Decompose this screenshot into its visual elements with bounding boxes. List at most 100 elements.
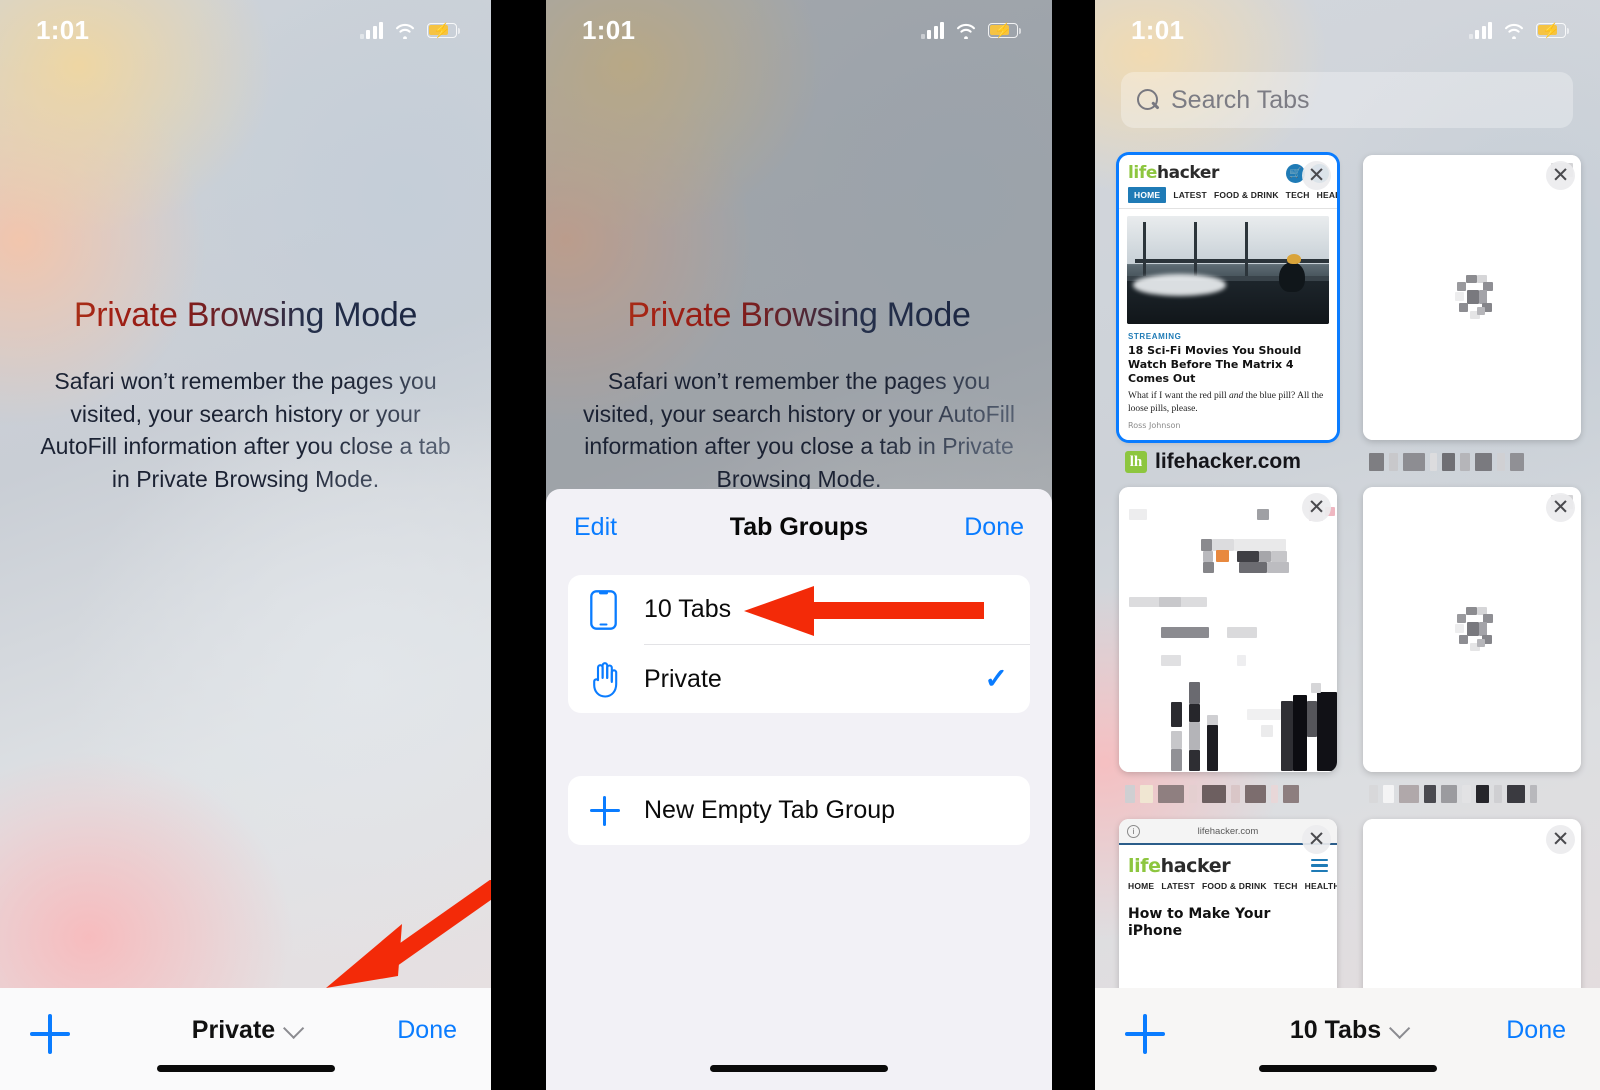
annotation-arrow-10-tabs: [744, 586, 984, 636]
tab-group-label: Private: [191, 1016, 276, 1044]
tab-label: [1369, 781, 1581, 807]
row-content: Private ✓: [644, 644, 1030, 713]
chevron-down-icon: [1389, 1017, 1411, 1039]
done-button[interactable]: Done: [1506, 1016, 1566, 1045]
status-indicators: ⚡: [359, 21, 461, 39]
wifi-icon: [956, 23, 976, 39]
tab-title-censored: [1369, 785, 1537, 804]
status-indicators: ⚡: [1468, 21, 1570, 39]
home-indicator: [710, 1065, 888, 1072]
loading-spinner-pixelated: [1449, 274, 1495, 321]
lifehacker-favicon: lh: [1125, 451, 1147, 473]
nav-item-food: FOOD & DRINK: [1213, 190, 1279, 200]
tab-thumbnail[interactable]: ✕: [1119, 487, 1337, 772]
close-icon[interactable]: ✕: [1546, 825, 1575, 854]
lifehacker-header: lifehacker: [1119, 845, 1337, 881]
tab-thumbnail[interactable]: ✕: [1363, 487, 1581, 772]
close-icon[interactable]: ✕: [1302, 825, 1331, 854]
nav-item-latest: LATEST: [1161, 881, 1195, 891]
home-indicator: [156, 1065, 335, 1072]
checkmark-icon: ✓: [984, 663, 1008, 694]
cellular-bars-icon: [359, 21, 383, 39]
new-empty-tab-group-row[interactable]: New Empty Tab Group: [568, 776, 1030, 845]
tab-cell-lifehacker[interactable]: lifehacker 🛒 👤 HOME LATEST FOOD & DRINK: [1119, 155, 1337, 475]
close-icon[interactable]: ✕: [1302, 161, 1331, 190]
nav-item-health: HEALTH: [1316, 190, 1337, 200]
tab-label: lh lifehacker.com: [1125, 449, 1337, 475]
close-icon[interactable]: ✕: [1546, 493, 1575, 522]
lifehacker-nav: HOME LATEST FOOD & DRINK TECH HEALTH: [1119, 881, 1337, 896]
status-time: 1:01: [1131, 14, 1185, 45]
tab-thumbnail[interactable]: lifehacker 🛒 👤 HOME LATEST FOOD & DRINK: [1119, 155, 1337, 440]
wifi-icon: [1504, 23, 1524, 39]
search-icon: [1137, 88, 1160, 112]
lifehacker-page-preview: lifehacker 🛒 👤 HOME LATEST FOOD & DRINK: [1119, 155, 1337, 440]
nav-item-home: HOME: [1128, 187, 1167, 203]
nav-item-latest: LATEST: [1173, 190, 1207, 200]
row-content: New Empty Tab Group: [644, 776, 1030, 845]
page-description: Safari won’t remember the pages you visi…: [0, 365, 491, 496]
tab-cell-3[interactable]: ✕: [1119, 487, 1337, 807]
article-category: STREAMING: [1128, 332, 1182, 341]
wifi-icon: [395, 23, 415, 39]
page-description: Safari won’t remember the pages you visi…: [546, 365, 1052, 496]
panel-tab-groups-sheet: 1:01 ⚡ Private Browsing Mode Safari won’…: [546, 0, 1052, 1090]
blank-loading-page-preview: [1363, 487, 1581, 772]
nav-item-home: HOME: [1128, 881, 1155, 891]
nav-item-tech: TECH: [1285, 190, 1310, 200]
private-browsing-message: Private Browsing Mode Safari won’t remem…: [0, 296, 491, 496]
tab-thumbnail[interactable]: ✕: [1363, 155, 1581, 440]
search-tabs-field[interactable]: Search Tabs: [1121, 72, 1573, 128]
search-placeholder: Search Tabs: [1171, 85, 1310, 114]
status-time: 1:01: [582, 14, 636, 45]
status-bar: 1:01 ⚡: [0, 0, 491, 60]
nav-item-health: HEALTH: [1304, 881, 1337, 891]
lifehacker-logo: lifehacker: [1128, 855, 1231, 877]
menu-icon: [1311, 859, 1328, 875]
page-title: Private Browsing Mode: [0, 296, 491, 335]
sheet-header: Edit Tab Groups Done: [546, 489, 1052, 567]
close-icon[interactable]: ✕: [1546, 161, 1575, 190]
status-time: 1:01: [36, 14, 90, 45]
tab-group-row-private[interactable]: Private ✓: [568, 644, 1030, 713]
tab-grid-row: ✕ ✕: [1119, 487, 1581, 807]
loading-spinner-pixelated: [1449, 606, 1495, 653]
tab-title-censored: [1369, 453, 1524, 472]
tab-cell-2[interactable]: ✕: [1363, 155, 1581, 475]
iphone-icon: [590, 589, 644, 630]
tab-bar-toolbar: 10 Tabs Done: [1095, 988, 1600, 1090]
lifehacker-logo: lifehacker: [1128, 163, 1219, 183]
page-title: Private Browsing Mode: [546, 296, 1052, 335]
done-button[interactable]: Done: [964, 513, 1024, 542]
blank-loading-page-preview: [1363, 155, 1581, 440]
lifehacker-nav: HOME LATEST FOOD & DRINK TECH HEALTH MO: [1119, 187, 1337, 209]
tab-grid: lifehacker 🛒 👤 HOME LATEST FOOD & DRINK: [1119, 155, 1581, 1090]
tab-title-censored: [1125, 785, 1299, 804]
done-button[interactable]: Done: [397, 1016, 457, 1045]
screenshot-stage: 1:01 ⚡ Private Browsing Mode Safari won’…: [0, 0, 1600, 1090]
tab-label: [1369, 449, 1581, 475]
tab-title: lifehacker.com: [1155, 450, 1301, 473]
chevron-down-icon: [283, 1017, 305, 1039]
article-byline: Ross Johnson: [1128, 420, 1181, 430]
nav-item-food: FOOD & DRINK: [1201, 881, 1267, 891]
cellular-bars-icon: [1468, 21, 1492, 39]
page-url: lifehacker.com: [1197, 825, 1259, 837]
new-tab-group-label: New Empty Tab Group: [644, 796, 896, 824]
status-indicators: ⚡: [920, 21, 1022, 39]
panel-private-browsing: 1:01 ⚡ Private Browsing Mode Safari won’…: [0, 0, 491, 1090]
new-tab-group-card: New Empty Tab Group: [568, 776, 1030, 845]
tab-cell-4[interactable]: ✕: [1363, 487, 1581, 807]
status-bar: 1:01 ⚡: [1095, 0, 1600, 60]
close-icon[interactable]: ✕: [1302, 493, 1331, 522]
battery-charging-icon: ⚡: [427, 22, 461, 38]
hand-raised-icon: [590, 660, 644, 698]
battery-charging-icon: ⚡: [1536, 22, 1570, 38]
battery-charging-icon: ⚡: [988, 22, 1022, 38]
tab-grid-row: lifehacker 🛒 👤 HOME LATEST FOOD & DRINK: [1119, 155, 1581, 475]
tab-label: [1125, 781, 1337, 807]
article-photo: [1127, 216, 1329, 324]
info-icon: i: [1127, 824, 1140, 838]
article-headline: How to Make Your iPhone: [1128, 906, 1271, 939]
tab-group-label: 10 Tabs: [1289, 1016, 1382, 1044]
